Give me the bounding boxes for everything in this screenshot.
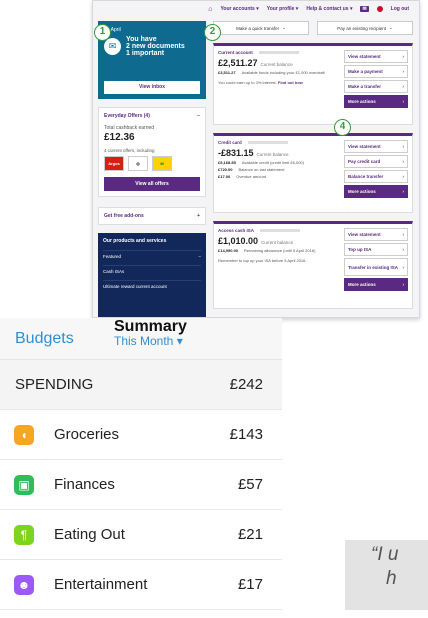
banana-icon: ◖ — [14, 424, 34, 445]
view-statement-button[interactable]: View statement › — [344, 50, 408, 63]
offers-title: Everyday Offers (4) — [104, 113, 150, 119]
quick-actions: Make a quick transfer ⌄ Pay an existing … — [213, 21, 413, 35]
budget-header: Budgets Summary This Month ▾ — [0, 318, 282, 360]
current-account-card: Current account £2,511.27 Current balance… — [213, 43, 413, 125]
product-link[interactable]: Ultimate reward current account — [103, 280, 201, 289]
account-buttons: View statement › Pay credit card › Balance… — [344, 140, 408, 200]
category-amount: £21 — [237, 526, 263, 543]
category-amount: £17 — [237, 576, 263, 593]
spending-section-header: SPENDING £242 — [0, 360, 282, 410]
collapse-icon[interactable]: − — [198, 254, 201, 259]
offers-header[interactable]: Everyday Offers (4) − — [104, 113, 200, 119]
pay-credit-card-button[interactable]: Pay credit card › — [344, 155, 408, 168]
notification-badge — [376, 6, 383, 12]
nav-your-profile[interactable]: Your profile ▾ — [267, 6, 299, 12]
right-column: Make a quick transfer ⌄ Pay an existing … — [213, 21, 413, 309]
home-icon[interactable]: ⌂ — [208, 6, 212, 13]
quote-text: h — [386, 568, 397, 589]
view-statement-button[interactable]: View statement › — [344, 228, 408, 241]
envelope-icon: ✉ — [104, 38, 121, 55]
smiley-icon: ☻ — [14, 574, 34, 595]
category-row[interactable]: ◖ Groceries £143 — [0, 410, 282, 460]
argos-logo[interactable]: Argos — [104, 156, 124, 171]
transfer-isa-button[interactable]: Transfer in existing ISA › — [344, 258, 408, 276]
inbox-documents: ✉ You have 2 new documents 1 important — [104, 36, 200, 57]
nav-your-accounts[interactable]: Your accounts ▾ — [220, 6, 258, 12]
category-name: Groceries — [54, 426, 120, 443]
section-total: £242 — [229, 376, 263, 393]
inbox-date: 15 April — [104, 27, 121, 33]
quote-text: “I u — [371, 544, 399, 565]
collapse-icon[interactable]: − — [197, 113, 200, 119]
category-name: Eating Out — [54, 526, 125, 543]
make-payment-button[interactable]: Make a payment › — [344, 65, 408, 78]
inbox-panel: 15 April ✉ You have 2 new documents 1 im… — [98, 21, 206, 99]
budgets-back-button[interactable]: Budgets — [15, 330, 74, 348]
credit-card-card: Credit card -£831.15 Current balance £5,1… — [213, 133, 413, 213]
category-row[interactable]: ▣ Finances £57 — [0, 460, 282, 510]
bodyshop-logo[interactable]: ◎ — [128, 156, 148, 171]
category-row[interactable]: ¶ Eating Out £21 — [0, 510, 282, 560]
morrisons-logo[interactable]: M — [152, 156, 172, 171]
account-buttons: View statement › Top up ISA › Transfer in … — [344, 228, 408, 293]
top-up-isa-button[interactable]: Top up ISA › — [344, 243, 408, 256]
featured-label: Featured — [103, 254, 122, 259]
more-actions-button[interactable]: More actions › — [344, 95, 408, 108]
products-featured[interactable]: Featured − — [103, 250, 201, 259]
view-inbox-button[interactable]: View inbox — [104, 81, 200, 94]
nav-log-out[interactable]: Log out — [391, 6, 409, 12]
addons-title: Get free add-ons — [104, 213, 144, 219]
more-actions-button[interactable]: More actions › — [344, 278, 408, 291]
left-column: 15 April ✉ You have 2 new documents 1 im… — [98, 21, 206, 317]
cutlery-icon: ¶ — [14, 524, 34, 545]
category-row[interactable]: ☻ Entertainment £17 — [0, 560, 282, 610]
cashback-label: Total cashback earned — [104, 125, 155, 131]
chevron-down-icon: ⌄ — [389, 25, 393, 30]
quote-box: “I u h — [345, 540, 428, 610]
free-addons-panel[interactable]: Get free add-ons + — [98, 207, 206, 225]
finance-icon: ▣ — [14, 474, 34, 495]
inbox-line: 1 important — [126, 50, 165, 57]
offer-logos: Argos ◎ M — [104, 156, 200, 171]
category-name: Entertainment — [54, 576, 148, 593]
bank-dashboard-screenshot: ⌂ Your accounts ▾ Your profile ▾ Help & … — [92, 0, 420, 318]
top-navigation: ⌂ Your accounts ▾ Your profile ▾ Help & … — [93, 1, 419, 17]
balance-transfer-button[interactable]: Balance transfer › — [344, 170, 408, 183]
category-name: Finances — [54, 476, 115, 493]
find-out-how-link[interactable]: Find out how — [278, 80, 303, 85]
category-list: ◖ Groceries £143 ▣ Finances £57 ¶ Eating Out £21… — [0, 410, 282, 610]
pay-recipient-dropdown[interactable]: Pay an existing recipient ⌄ — [317, 21, 413, 35]
make-transfer-button[interactable]: Make a transfer › — [344, 80, 408, 93]
callout-marker-4: 4 — [334, 119, 351, 136]
nav-help-contact[interactable]: Help & contact us ▾ — [306, 6, 352, 12]
period-selector[interactable]: This Month ▾ — [114, 334, 183, 348]
mail-icon[interactable]: ✉ — [360, 6, 369, 12]
budget-summary-screen: Budgets Summary This Month ▾ SPENDING £2… — [0, 318, 282, 618]
everyday-offers-panel: Everyday Offers (4) − Total cashback ear… — [98, 107, 206, 197]
products-panel: Our products and services Featured − Cas… — [98, 233, 206, 317]
inbox-message: You have 2 new documents 1 important — [126, 36, 185, 57]
callout-marker-2: 2 — [204, 24, 221, 41]
isa-card: Access cash ISA £1,010.00 Current balance… — [213, 221, 413, 309]
offers-including: 4 current offers, including — [104, 148, 155, 153]
products-title: Our products and services — [103, 238, 167, 244]
product-link[interactable]: Cash ISAs — [103, 265, 201, 274]
callout-marker-1: 1 — [94, 24, 111, 41]
quick-transfer-label: Make a quick transfer — [236, 25, 280, 31]
chevron-down-icon: ⌄ — [282, 25, 286, 30]
quick-transfer-dropdown[interactable]: Make a quick transfer ⌄ — [213, 21, 309, 35]
view-statement-button[interactable]: View statement › — [344, 140, 408, 153]
category-amount: £143 — [229, 426, 263, 443]
cashback-amount: £12.36 — [104, 132, 135, 143]
view-all-offers-button[interactable]: View all offers — [104, 177, 200, 191]
category-amount: £57 — [237, 476, 263, 493]
expand-icon[interactable]: + — [197, 213, 200, 219]
pay-recipient-label: Pay an existing recipient — [337, 25, 386, 31]
account-buttons: View statement › Make a payment › Make a t… — [344, 50, 408, 110]
inbox-line: 2 new documents — [126, 43, 185, 50]
more-actions-button[interactable]: More actions › — [344, 185, 408, 198]
inbox-line: You have — [126, 36, 157, 43]
section-label: SPENDING — [15, 376, 94, 393]
